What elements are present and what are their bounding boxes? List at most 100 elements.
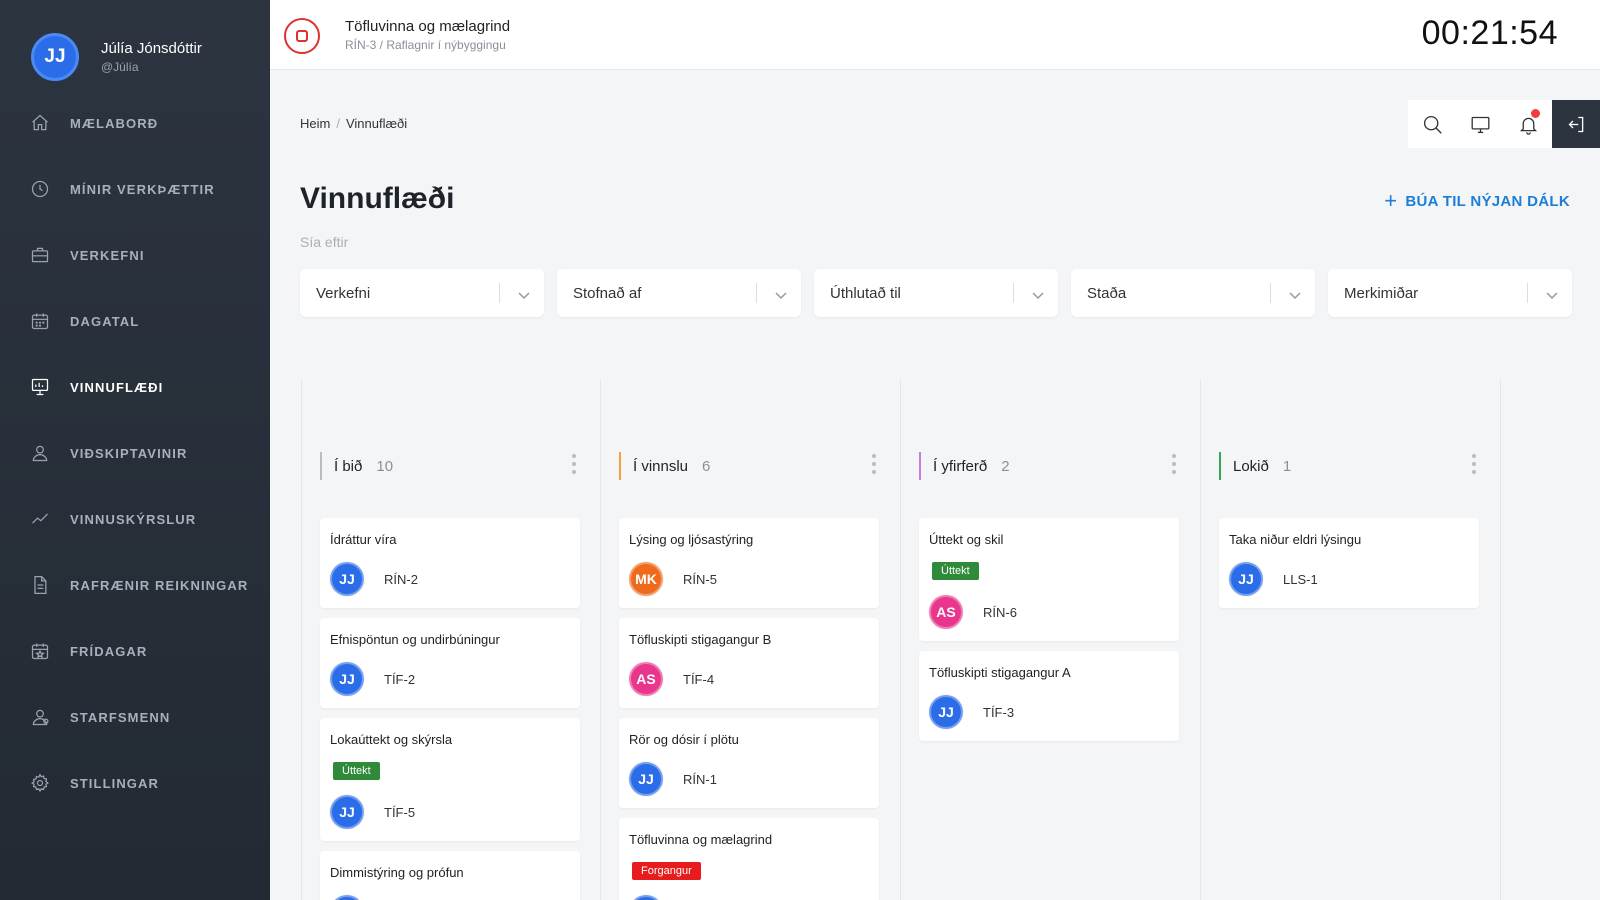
card-label-badge: Forgangur (632, 862, 701, 880)
task-card[interactable]: Lýsing og ljósastýring MK RÍN-5 (619, 518, 879, 608)
avatar[interactable]: JJ (31, 32, 79, 81)
sidebar-item-maelabord[interactable]: MÆLABORÐ (0, 90, 270, 156)
assignee-avatar[interactable]: JJ (330, 562, 364, 596)
active-task-title: Töfluvinna og mælagrind (345, 18, 511, 35)
filter-select-uthlutad-til[interactable]: Úthlutað til (814, 269, 1058, 317)
card-label-badge: Úttekt (333, 762, 380, 780)
card-title: Taka niður eldri lýsingu (1229, 532, 1362, 547)
sidebar-nav: MÆLABORÐ MÍNIR VERKÞÆTTIR VERKEFNI DAGATAL V… (0, 90, 270, 816)
assignee-avatar[interactable]: MK (629, 562, 663, 596)
sidebar-item-vidskiptavinir[interactable]: VIÐSKIPTAVINIR (0, 420, 270, 486)
task-card[interactable]: Töfluskipti stigagangur A JJ TÍF-3 (919, 651, 1179, 741)
filter-select-stofnad-af[interactable]: Stofnað af (557, 269, 801, 317)
filter-label: Sía eftir (300, 234, 349, 250)
card-list: Ídráttur víra JJ RÍN-2 Efnispöntun og undir… (320, 518, 580, 900)
sidebar-item-rafraenir-reikningar[interactable]: RAFRÆNIR REIKNINGAR (0, 552, 270, 618)
assignee-avatar[interactable]: JJ (330, 795, 364, 829)
filter-value: Stofnað af (573, 284, 642, 302)
assignee-avatar[interactable]: JJ (629, 895, 663, 900)
assignee-avatar[interactable]: JJ (330, 662, 364, 696)
card-title: Rör og dósir í plötu (629, 732, 739, 747)
filter-select-stada[interactable]: Staða (1071, 269, 1315, 317)
sidebar-item-label: MÆLABORÐ (70, 115, 159, 131)
card-code: RÍN-6 (983, 604, 1017, 620)
chevron-down-icon (1289, 287, 1301, 300)
breadcrumb: Heim / Vinnuflæði (300, 116, 408, 131)
task-card[interactable]: Ídráttur víra JJ RÍN-2 (320, 518, 580, 608)
task-card[interactable]: Úttekt og skil Úttekt AS RÍN-6 (919, 518, 1179, 641)
stop-timer-button[interactable] (284, 18, 320, 54)
card-title: Töfluvinna og mælagrind (629, 832, 773, 847)
column-header: Í yfirferð 2 (919, 452, 1010, 480)
logout-icon (1568, 116, 1583, 132)
column-menu-icon[interactable] (572, 454, 576, 474)
card-title: Lýsing og ljósastýring (629, 532, 754, 547)
chart-line-icon (30, 509, 50, 529)
card-title: Dimmistýring og prófun (330, 865, 464, 880)
sidebar-item-vinnuskyrslur[interactable]: VINNUSKÝRSLUR (0, 486, 270, 552)
assignee-avatar[interactable]: AS (929, 595, 963, 629)
task-card[interactable]: Dimmistýring og prófunJJLLS-3 (320, 851, 580, 900)
assignee-avatar[interactable]: JJ (1229, 562, 1263, 596)
top-bar: Töfluvinna og mælagrind RÍN-3 / Raflagni… (270, 0, 1600, 70)
filter-value: Staða (1087, 284, 1127, 302)
sidebar-item-label: VINNUFLÆÐI (70, 379, 164, 395)
sidebar-item-label: RAFRÆNIR REIKNINGAR (70, 577, 249, 593)
column-menu-icon[interactable] (1172, 454, 1176, 474)
sidebar-item-fridagar[interactable]: FRÍDAGAR (0, 618, 270, 684)
sidebar-item-label: STILLINGAR (70, 775, 159, 791)
logout-button[interactable] (1552, 100, 1600, 148)
sidebar-item-label: VERKEFNI (70, 247, 145, 263)
sidebar-item-label: FRÍDAGAR (70, 643, 148, 659)
task-card[interactable]: Rör og dósir í plötu JJ RÍN-1 (619, 718, 879, 808)
assignee-avatar[interactable]: JJ (629, 762, 663, 796)
assignee-avatar[interactable]: JJ (330, 895, 364, 900)
toolbar (1408, 100, 1600, 148)
search-icon (1423, 115, 1442, 134)
task-card[interactable]: Taka niður eldri lýsingu JJ LLS-1 (1219, 518, 1479, 608)
display-button[interactable] (1456, 100, 1504, 148)
board-column-i-vinnslu: Í vinnslu 6 Lýsing og ljósastýring MK RÍN-5 T… (601, 380, 901, 900)
sidebar-item-starfsmenn[interactable]: STARFSMENN (0, 684, 270, 750)
card-code: RÍN-1 (683, 771, 717, 787)
breadcrumb-home[interactable]: Heim (300, 116, 330, 131)
task-card[interactable]: Töfluvinna og mælagrindForgangurJJRÍN-3 (619, 818, 879, 900)
calendar-star-icon (30, 641, 50, 661)
column-title: Í yfirferð (933, 457, 988, 475)
card-title: Töfluskipti stigagangur A (929, 665, 1071, 680)
sidebar-item-stillingar[interactable]: STILLINGAR (0, 750, 270, 816)
task-card[interactable]: Efnispöntun og undirbúningur JJ TÍF-2 (320, 618, 580, 708)
breadcrumb-current: Vinnuflæði (345, 116, 408, 131)
new-column-button[interactable]: + BÚA TIL NÝJAN DÁLK (1384, 190, 1570, 212)
card-list: Lýsing og ljósastýring MK RÍN-5 Töfluskipti… (619, 518, 879, 900)
active-task-subtitle: RÍN-3 / Raflagnir í nýbyggingu (345, 38, 506, 52)
sidebar-item-dagatal[interactable]: DAGATAL (0, 288, 270, 354)
card-title: Efnispöntun og undirbúningur (330, 632, 500, 647)
sidebar-item-label: STARFSMENN (70, 709, 171, 725)
column-count: 1 (1282, 457, 1292, 475)
monitor-icon (1471, 116, 1489, 133)
sidebar-item-label: MÍNIR VERKÞÆTTIR (70, 181, 215, 197)
task-card[interactable]: Lokaúttekt og skýrsla Úttekt JJ TÍF-5 (320, 718, 580, 841)
page-title: Vinnuflæði (300, 182, 455, 215)
filter-select-merkimidar[interactable]: Merkimiðar (1328, 269, 1572, 317)
filter-select-verkefni[interactable]: Verkefni (300, 269, 544, 317)
board-icon (30, 377, 50, 397)
chevron-down-icon (1032, 287, 1044, 300)
card-code: TÍF-4 (683, 671, 715, 687)
search-button[interactable] (1408, 100, 1456, 148)
card-title: Úttekt og skil (929, 532, 1004, 547)
sidebar-item-minir-verkthaettir[interactable]: MÍNIR VERKÞÆTTIR (0, 156, 270, 222)
task-card[interactable]: Töfluskipti stigagangur B AS TÍF-4 (619, 618, 879, 708)
sidebar-item-vinnuflaedi[interactable]: VINNUFLÆÐI (0, 354, 270, 420)
column-menu-icon[interactable] (1472, 454, 1476, 474)
sidebar-item-verkefni[interactable]: VERKEFNI (0, 222, 270, 288)
user-profile[interactable]: JJ Júlía Jónsdóttir @Júlía (0, 0, 270, 90)
user-name: Júlía Jónsdóttir (101, 39, 202, 57)
column-menu-icon[interactable] (872, 454, 876, 474)
notifications-button[interactable] (1504, 100, 1552, 148)
assignee-avatar[interactable]: JJ (929, 695, 963, 729)
assignee-avatar[interactable]: AS (629, 662, 663, 696)
gear-icon (30, 773, 50, 793)
chevron-down-icon (775, 287, 787, 300)
